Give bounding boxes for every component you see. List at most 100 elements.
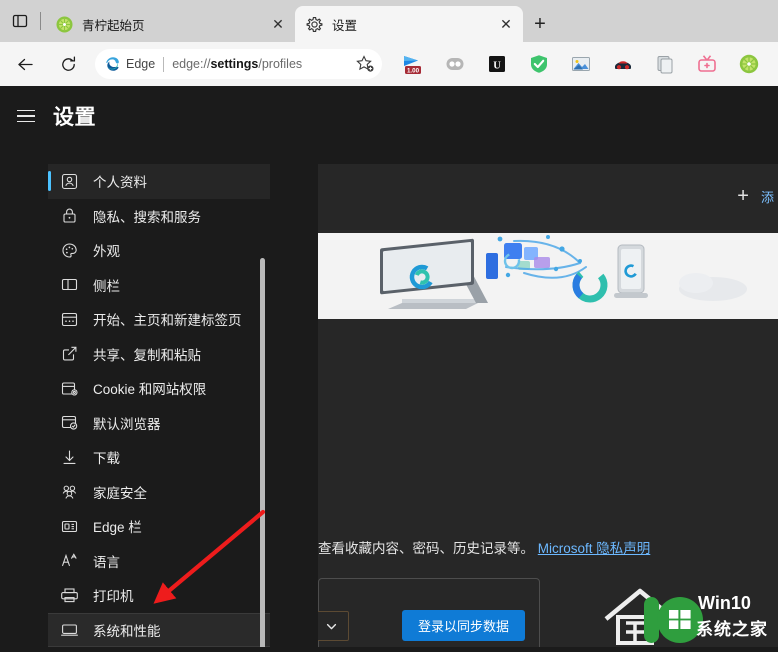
profile-select[interactable] <box>318 611 349 641</box>
omnibox-url[interactable]: edge://settings/profiles <box>172 57 353 71</box>
watermark-subtitle: 系统之家 <box>696 615 768 640</box>
settings-content: + 添 <box>318 164 778 647</box>
window-icon <box>60 310 79 329</box>
lime-icon <box>56 16 73 33</box>
letter-u-icon[interactable]: U <box>486 53 508 75</box>
sidebar-item-family[interactable]: 家庭安全 <box>48 475 270 510</box>
sidebar-item-label: 外观 <box>93 240 120 260</box>
sidebar-item-label: Edge 栏 <box>93 516 142 536</box>
sidebar-item-label: 开始、主页和新建标签页 <box>93 309 242 329</box>
sidebar-item-downloads[interactable]: 下载 <box>48 440 270 475</box>
tab-qingning[interactable]: 青柠起始页 ✕ <box>45 6 295 42</box>
clipboard-icon[interactable] <box>654 53 676 75</box>
sidebar-icon <box>60 275 79 294</box>
star-plus-icon[interactable] <box>355 54 375 74</box>
sidebar-item-default-browser[interactable]: 默认浏览器 <box>48 406 270 441</box>
add-profile-label: 添 <box>761 187 774 206</box>
sidebar-item-share[interactable]: 共享、复制和粘贴 <box>48 337 270 372</box>
hamburger-icon[interactable] <box>9 99 43 133</box>
tab-divider <box>40 12 41 30</box>
browser-window: 青柠起始页 ✕ 设置 ✕ + <box>0 0 778 647</box>
image-tool-icon[interactable] <box>570 53 592 75</box>
back-arrow-icon[interactable] <box>7 46 43 82</box>
sync-card: 登录以同步数据 <box>318 578 540 647</box>
plus-icon: + <box>737 186 749 206</box>
sidebar-item-startpage[interactable]: 开始、主页和新建标签页 <box>48 302 270 337</box>
chevron-down-icon <box>325 620 338 633</box>
sidebar-item-language[interactable]: 语言 <box>48 544 270 579</box>
sidebar-item-profile[interactable]: 个人资料 <box>48 164 270 199</box>
sidebar-item-printers[interactable]: 打印机 <box>48 578 270 613</box>
omnibox-divider <box>163 57 164 72</box>
tab-list-icon[interactable] <box>0 0 40 42</box>
address-bar[interactable]: Edge edge://settings/profiles <box>95 49 382 79</box>
sidebar-item-privacy[interactable]: 隐私、搜索和服务 <box>48 199 270 234</box>
download-icon <box>60 448 79 467</box>
sidebar-item-system-performance[interactable]: 系统和性能 <box>48 613 270 648</box>
sidebar-item-label: Cookie 和网站权限 <box>93 378 206 398</box>
hamburger-bar <box>17 115 35 117</box>
settings-header: 设置 <box>0 86 778 146</box>
new-tab-button[interactable]: + <box>523 6 557 42</box>
tab-title: 青柠起始页 <box>82 15 267 34</box>
default-browser-icon <box>60 413 79 432</box>
sidebar-item-label: 下载 <box>93 447 120 467</box>
racecar-icon[interactable] <box>612 53 634 75</box>
language-icon <box>60 551 79 570</box>
sidebar-item-label: 个人资料 <box>93 171 147 191</box>
settings-page: 设置 搜索设置 个人资料 <box>0 86 778 647</box>
page-title: 设置 <box>53 101 96 131</box>
cookie-settings-icon <box>60 379 79 398</box>
shield-check-icon[interactable] <box>528 53 550 75</box>
sidebar-item-sidebar[interactable]: 侧栏 <box>48 268 270 303</box>
sidebar-item-label: 侧栏 <box>93 275 120 295</box>
close-icon[interactable]: ✕ <box>267 13 289 35</box>
video-downloader-icon[interactable]: 1.00 <box>402 53 424 75</box>
hamburger-bar <box>17 110 35 112</box>
gear-icon <box>306 16 323 33</box>
sidebar-item-appearance[interactable]: 外观 <box>48 233 270 268</box>
system-performance-icon <box>60 620 79 639</box>
browser-toolbar: Edge edge://settings/profiles 1.00 <box>0 42 778 86</box>
sidebar-item-label: 共享、复制和粘贴 <box>93 344 201 364</box>
tab-strip: 青柠起始页 ✕ 设置 ✕ + <box>0 0 778 42</box>
lime-extension-icon[interactable] <box>738 53 760 75</box>
close-icon[interactable]: ✕ <box>495 13 517 35</box>
extension-badge: 1.00 <box>407 67 420 74</box>
banner-illustration <box>318 233 778 319</box>
profile-toolbar: + 添 <box>318 164 778 233</box>
edge-logo-icon <box>104 56 120 72</box>
printer-icon <box>60 586 79 605</box>
scrollbar-thumb[interactable] <box>260 258 265 647</box>
sidebar-scrollbar[interactable] <box>259 258 266 647</box>
sidebar-item-label: 系统和性能 <box>93 620 161 640</box>
url-prefix: edge:// <box>172 57 210 71</box>
palette-icon <box>60 241 79 260</box>
sidebar-item-edge-bar[interactable]: Edge 栏 <box>48 509 270 544</box>
settings-nav: 个人资料 隐私、搜索和服务 <box>48 164 270 647</box>
url-host: settings <box>210 57 258 71</box>
share-icon <box>60 344 79 363</box>
edge-bar-icon <box>60 517 79 536</box>
refresh-icon[interactable] <box>50 46 86 82</box>
panda-gray-icon[interactable] <box>444 53 466 75</box>
sidebar-item-cookies[interactable]: Cookie 和网站权限 <box>48 371 270 406</box>
sync-description-text: 查看收藏内容、密码、历史记录等。 <box>318 541 534 556</box>
privacy-statement-link[interactable]: Microsoft 隐私声明 <box>538 541 651 556</box>
sign-in-sync-button[interactable]: 登录以同步数据 <box>402 610 525 641</box>
hamburger-bar <box>17 121 35 123</box>
svg-text:U: U <box>493 61 501 72</box>
tv-pink-icon[interactable] <box>696 53 718 75</box>
sidebar-item-label: 打印机 <box>93 585 134 605</box>
sidebar-item-label: 语言 <box>93 551 120 571</box>
lock-icon <box>60 206 79 225</box>
profile-icon <box>60 172 79 191</box>
tab-title: 设置 <box>332 15 495 34</box>
sidebar-item-label: 默认浏览器 <box>93 413 161 433</box>
add-profile-button[interactable]: + 添 <box>737 186 774 206</box>
family-icon <box>60 482 79 501</box>
extension-tray: 1.00 U <box>392 53 770 75</box>
sidebar-item-label: 隐私、搜索和服务 <box>93 206 201 226</box>
tab-settings[interactable]: 设置 ✕ <box>295 6 523 42</box>
omnibox-brand-label: Edge <box>126 57 155 71</box>
